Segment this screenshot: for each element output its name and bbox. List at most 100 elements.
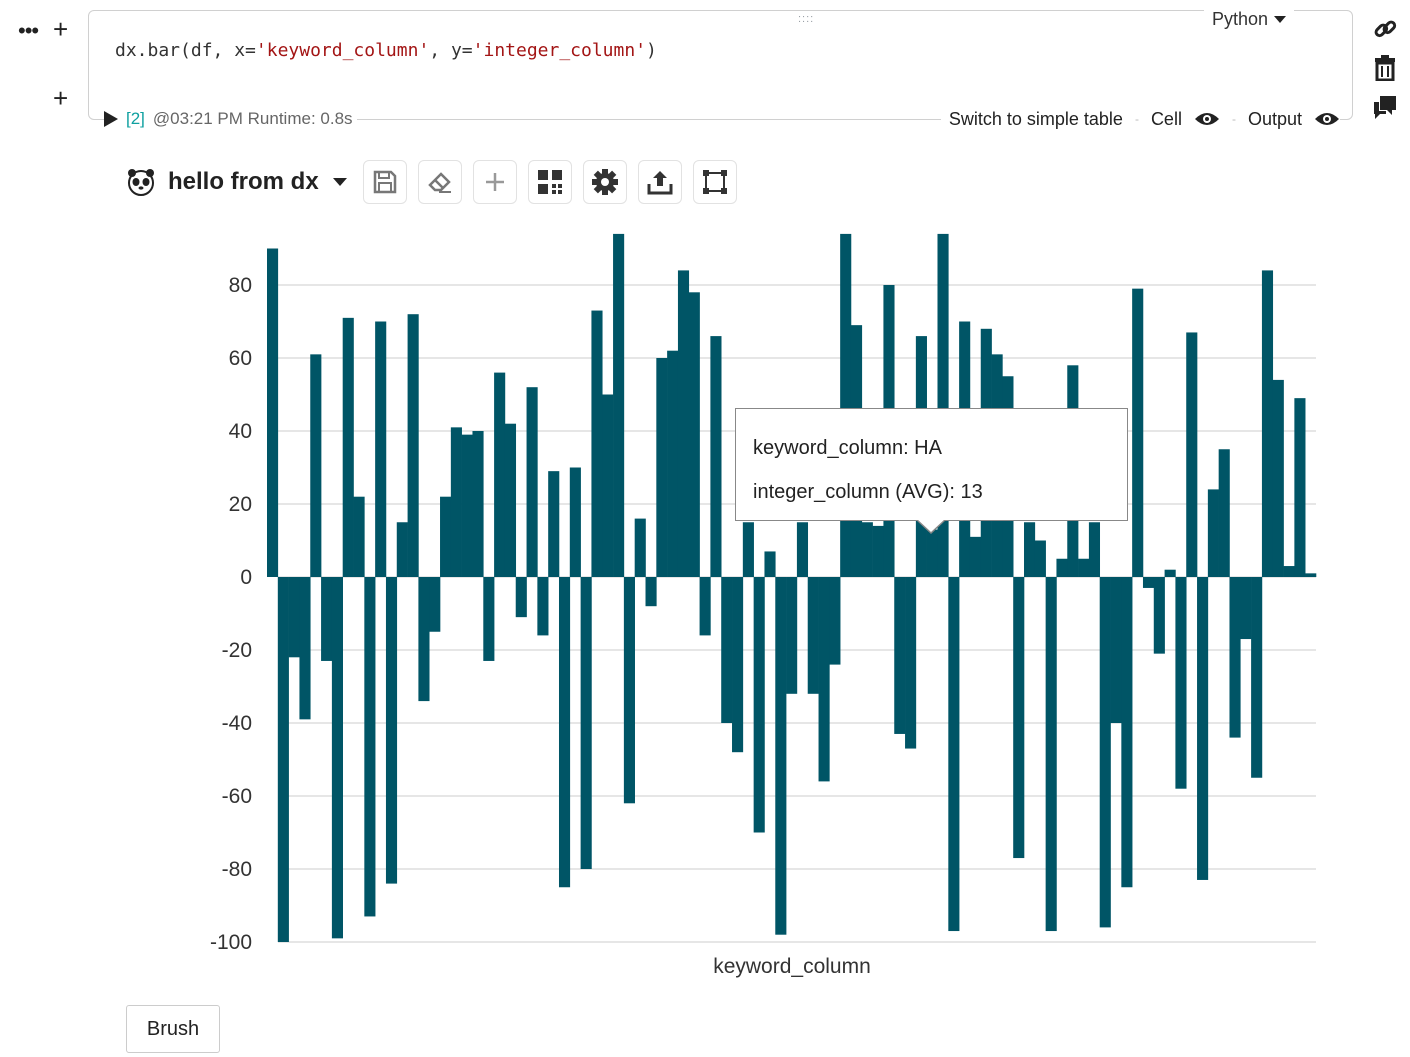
bar[interactable] [796, 522, 809, 577]
x-axis-label: keyword_column [713, 955, 871, 978]
bar[interactable] [396, 522, 408, 577]
brush-button[interactable]: Brush [126, 1005, 220, 1053]
bar[interactable] [1186, 332, 1198, 577]
bar[interactable] [375, 321, 387, 578]
bar[interactable] [1261, 270, 1274, 577]
bar[interactable] [861, 522, 873, 577]
bar[interactable] [504, 423, 517, 577]
bar[interactable] [1153, 577, 1165, 654]
bar[interactable] [310, 354, 322, 577]
bar[interactable] [483, 577, 495, 661]
y-tick-label: 20 [229, 493, 252, 516]
bar[interactable] [267, 248, 279, 578]
bar[interactable] [1110, 577, 1122, 723]
bar[interactable] [656, 358, 668, 577]
bar[interactable] [1034, 540, 1046, 578]
bar[interactable] [1045, 577, 1057, 932]
bar[interactable] [288, 577, 300, 658]
tooltip-keyword: keyword_column: HA [753, 437, 942, 459]
bar[interactable] [905, 577, 917, 749]
bar[interactable] [677, 270, 690, 577]
y-tick-label: -40 [222, 712, 252, 735]
bar[interactable] [472, 431, 484, 577]
bar[interactable] [1024, 522, 1036, 577]
bar[interactable] [1197, 577, 1209, 880]
bar[interactable] [1142, 577, 1155, 588]
bar[interactable] [569, 467, 581, 578]
bar[interactable] [1240, 577, 1252, 640]
bar[interactable] [342, 317, 354, 577]
bar[interactable] [742, 522, 754, 577]
bar[interactable] [1218, 449, 1230, 577]
bar[interactable] [634, 518, 646, 577]
bar[interactable] [872, 525, 884, 577]
bar[interactable] [429, 577, 441, 632]
bar[interactable] [623, 577, 635, 804]
bar[interactable] [645, 577, 657, 607]
bar[interactable] [461, 434, 473, 577]
bar[interactable] [1013, 577, 1025, 859]
y-tick-label: 40 [229, 420, 252, 443]
bar[interactable] [440, 496, 452, 577]
bar[interactable] [1056, 558, 1068, 577]
bar[interactable] [894, 577, 906, 734]
bar[interactable] [537, 577, 549, 636]
bar[interactable] [1121, 577, 1133, 888]
bar[interactable] [407, 314, 419, 577]
bar[interactable] [418, 577, 430, 702]
bar[interactable] [1294, 398, 1306, 577]
bar[interactable] [321, 577, 333, 661]
bar[interactable] [1272, 379, 1284, 577]
bar[interactable] [1078, 558, 1090, 577]
bar[interactable] [364, 577, 376, 917]
bar[interactable] [1283, 566, 1295, 577]
bar[interactable] [353, 496, 365, 577]
y-tick-label: 0 [240, 566, 252, 589]
bar[interactable] [1251, 577, 1263, 778]
bar[interactable] [710, 336, 722, 577]
bar[interactable] [764, 551, 776, 577]
bar[interactable] [1207, 489, 1219, 577]
bar[interactable] [969, 536, 982, 577]
bar[interactable] [580, 577, 592, 869]
bar-chart[interactable]: 80 60 40 20 0 -20 -40 -60 -80 -100 keyword_column [0, 0, 1410, 1057]
bar[interactable] [732, 577, 744, 753]
chart-tooltip: keyword_column: HA integer_column (AVG):… [735, 408, 1128, 534]
bar[interactable] [829, 577, 841, 665]
bar[interactable] [807, 577, 819, 694]
y-tick-label: -20 [222, 639, 252, 662]
bar[interactable] [591, 310, 603, 577]
bar[interactable] [688, 292, 700, 577]
tooltip-arrow-fill [917, 519, 945, 532]
y-tick-label: 80 [229, 274, 252, 297]
bar[interactable] [277, 577, 289, 942]
bar[interactable] [753, 577, 765, 833]
bar[interactable] [1164, 569, 1176, 577]
bar[interactable] [613, 233, 625, 577]
bar[interactable] [385, 577, 398, 884]
bar[interactable] [775, 577, 787, 935]
bar[interactable] [818, 577, 830, 782]
bar[interactable] [948, 577, 960, 932]
bar[interactable] [1175, 577, 1187, 789]
bar[interactable] [331, 577, 343, 939]
bar[interactable] [526, 387, 538, 577]
bar[interactable] [602, 394, 614, 578]
bar[interactable] [1132, 288, 1144, 577]
bar[interactable] [558, 577, 571, 888]
bar[interactable] [926, 529, 938, 577]
bar[interactable] [840, 233, 852, 577]
bar[interactable] [515, 577, 527, 618]
bar[interactable] [450, 427, 462, 577]
bar[interactable] [1099, 577, 1111, 928]
bar[interactable] [1305, 573, 1317, 577]
bar[interactable] [1229, 577, 1241, 738]
bar[interactable] [721, 577, 733, 723]
bar[interactable] [494, 372, 506, 577]
bar[interactable] [548, 471, 560, 577]
bar[interactable] [699, 577, 711, 636]
bar[interactable] [667, 350, 679, 577]
bar[interactable] [1088, 522, 1101, 577]
bar[interactable] [299, 577, 311, 720]
bar[interactable] [786, 577, 798, 694]
